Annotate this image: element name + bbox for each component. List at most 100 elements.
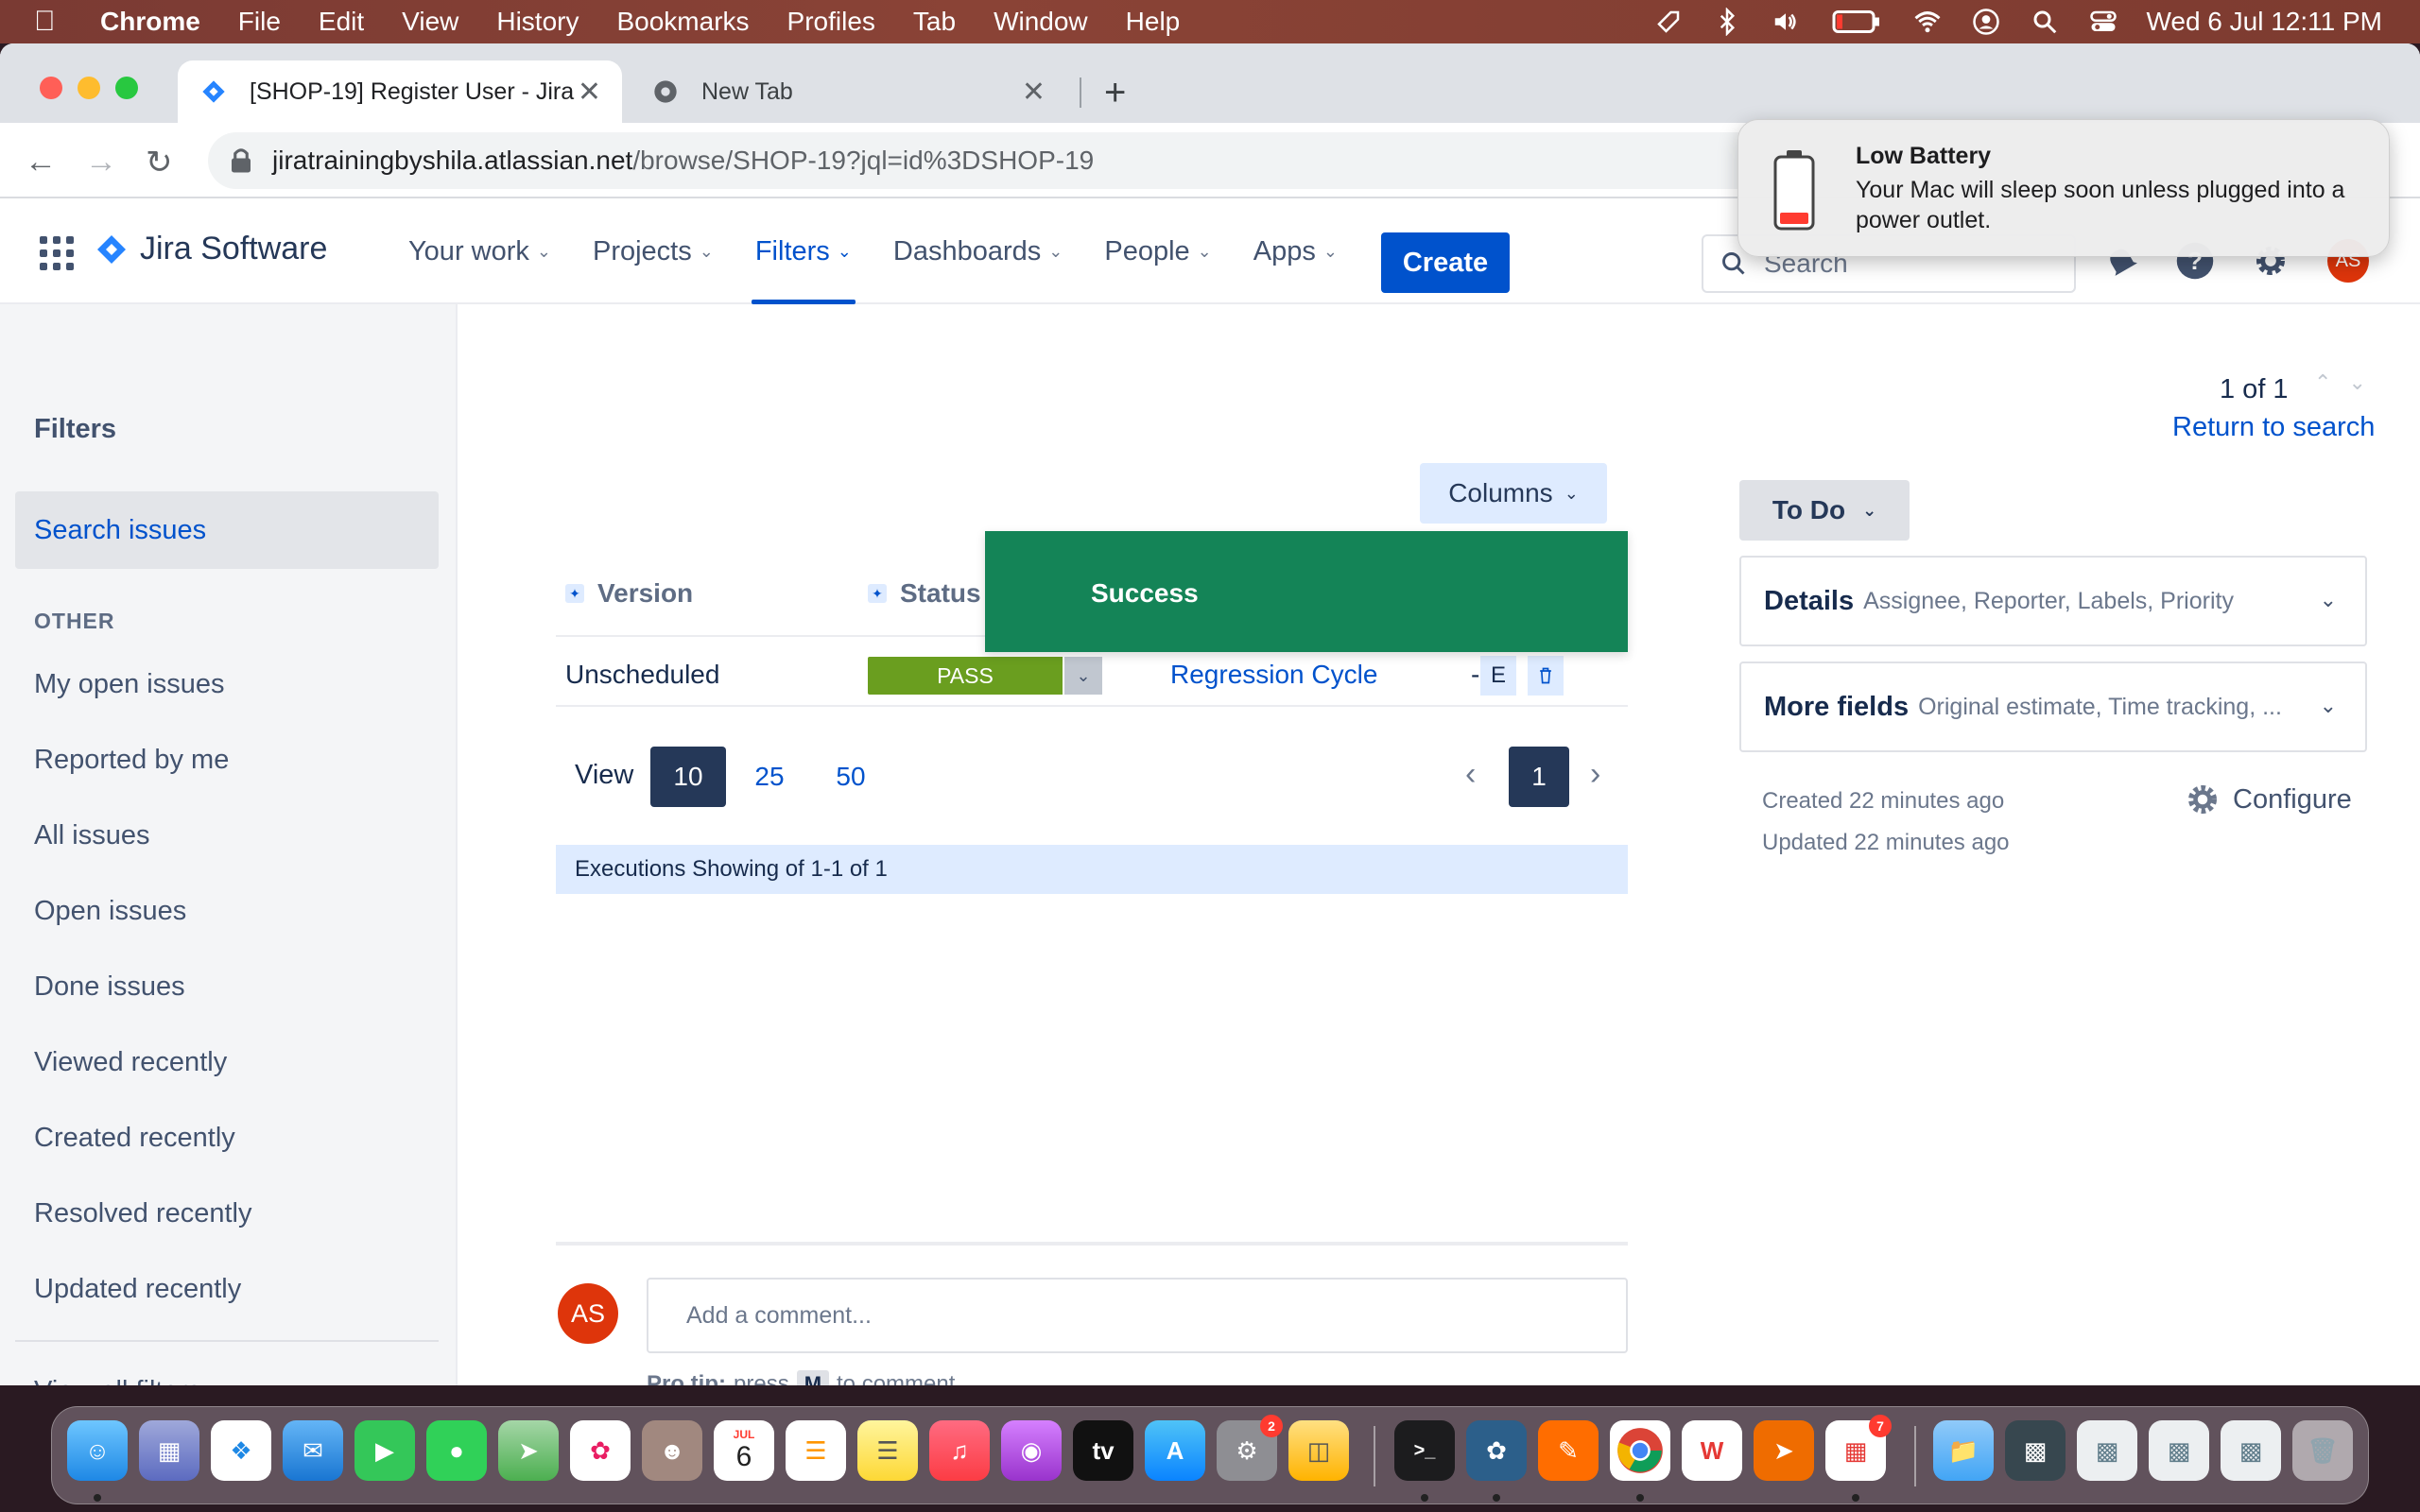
menu-help[interactable]: Help xyxy=(1126,7,1181,37)
podcasts-icon[interactable]: ◉ xyxy=(1001,1420,1062,1481)
menu-history[interactable]: History xyxy=(496,7,579,37)
page-size-10[interactable]: 10 xyxy=(650,747,726,807)
launchpad-icon[interactable]: ▦ xyxy=(139,1420,199,1481)
sidebar-item-resolved-recently[interactable]: Resolved recently xyxy=(34,1198,252,1229)
create-button[interactable]: Create xyxy=(1381,232,1510,293)
app-switcher-grid-icon[interactable] xyxy=(40,236,74,270)
menu-tab[interactable]: Tab xyxy=(913,7,956,37)
jira-software-logo[interactable]: Jira Software xyxy=(95,231,327,267)
delete-trash-icon[interactable] xyxy=(1528,656,1564,696)
nav-your-work[interactable]: Your work ⌄ xyxy=(408,198,551,304)
chrome-icon[interactable] xyxy=(1610,1420,1670,1481)
columns-button[interactable]: Columns ⌄ xyxy=(1420,463,1607,524)
sidebar-item-open-issues[interactable]: Open issues xyxy=(34,896,186,927)
notes-icon[interactable]: ☰ xyxy=(857,1420,918,1481)
terminal-icon[interactable]: >_ xyxy=(1394,1420,1455,1481)
menu-edit[interactable]: Edit xyxy=(319,7,364,37)
apple-menu-icon[interactable]:  xyxy=(34,6,72,38)
low-battery-notification[interactable]: Low Battery Your Mac will sleep soon unl… xyxy=(1737,119,2390,257)
archive-utility-icon[interactable]: ◫ xyxy=(1288,1420,1349,1481)
safari-icon[interactable]: ❖ xyxy=(211,1420,271,1481)
chevron-down-icon[interactable]: ⌄ xyxy=(2348,370,2382,394)
column-header-status[interactable]: ✦ Status xyxy=(868,578,981,609)
prev-page-chevron-icon[interactable]: ‹ xyxy=(1465,756,1476,793)
volume-icon[interactable] xyxy=(1770,6,1802,38)
menu-profiles[interactable]: Profiles xyxy=(787,7,875,37)
details-panel[interactable]: Details Assignee, Reporter, Labels, Prio… xyxy=(1739,556,2367,646)
back-arrow-icon[interactable]: ← xyxy=(25,144,57,180)
battery-low-icon[interactable] xyxy=(1828,6,1885,38)
bluetooth-icon[interactable] xyxy=(1711,6,1743,38)
sidebar-item-done-issues[interactable]: Done issues xyxy=(34,971,185,1003)
calendar-icon[interactable]: JUL 6 xyxy=(714,1420,774,1481)
sidebar-item-view-all-filters[interactable]: View all filters xyxy=(34,1376,201,1385)
pin-icon[interactable]: ✦ xyxy=(868,584,887,603)
window-minimize-button[interactable] xyxy=(78,77,100,99)
finder-icon[interactable]: ☺ xyxy=(67,1420,128,1481)
configure-button[interactable]: Configure xyxy=(2186,782,2352,816)
reminders-icon[interactable]: ☰ xyxy=(786,1420,846,1481)
chevron-up-icon[interactable]: ⌃ xyxy=(2314,370,2348,394)
recent-window-thumbnail-4[interactable]: ▩ xyxy=(2221,1420,2281,1481)
downloads-folder-icon[interactable]: 📁 xyxy=(1933,1420,1994,1481)
page-size-50[interactable]: 50 xyxy=(822,747,879,807)
status-pass-badge[interactable]: PASS xyxy=(868,657,1063,695)
url-omnibox[interactable]: jiratrainingbyshila.atlassian.net/browse… xyxy=(208,132,1796,189)
return-to-search-link[interactable]: Return to search xyxy=(2172,412,2375,443)
wps-office-icon[interactable]: W xyxy=(1682,1420,1742,1481)
status-todo-button[interactable]: To Do ⌄ xyxy=(1739,480,1910,541)
messages-icon[interactable]: ● xyxy=(426,1420,487,1481)
execute-button[interactable]: E xyxy=(1480,656,1516,696)
window-close-button[interactable] xyxy=(40,77,62,99)
tab-new-tab[interactable]: New Tab ✕ xyxy=(631,60,1066,123)
postman-icon[interactable]: ✎ xyxy=(1538,1420,1599,1481)
trash-icon[interactable]: 🗑 xyxy=(2292,1420,2353,1481)
next-page-chevron-icon[interactable]: › xyxy=(1590,756,1600,793)
spotlight-search-icon[interactable] xyxy=(2029,6,2061,38)
sidebar-item-viewed-recently[interactable]: Viewed recently xyxy=(34,1047,227,1078)
more-fields-panel[interactable]: More fields Original estimate, Time trac… xyxy=(1739,662,2367,752)
tab-close-icon[interactable]: ✕ xyxy=(578,76,601,109)
forward-arrow-icon[interactable]: → xyxy=(85,144,117,180)
nav-dashboards[interactable]: Dashboards ⌄ xyxy=(893,198,1063,304)
menu-view[interactable]: View xyxy=(402,7,458,37)
photos-icon[interactable]: ✿ xyxy=(570,1420,631,1481)
sidebar-item-reported-by-me[interactable]: Reported by me xyxy=(34,745,229,776)
contacts-icon[interactable]: ☻ xyxy=(642,1420,702,1481)
menu-app-chrome[interactable]: Chrome xyxy=(100,7,200,37)
nav-filters[interactable]: Filters ⌄ xyxy=(751,198,856,304)
menu-bar-clock[interactable]: Wed 6 Jul 12:11 PM xyxy=(2146,7,2382,37)
microsoft-office-icon[interactable]: ▦ 7 xyxy=(1825,1415,1892,1481)
apple-tv-icon[interactable]: tv xyxy=(1073,1420,1133,1481)
music-icon[interactable]: ♫ xyxy=(929,1420,990,1481)
user-account-icon[interactable] xyxy=(1970,6,2002,38)
sidebar-item-all-issues[interactable]: All issues xyxy=(34,820,150,851)
add-comment-input[interactable]: Add a comment... xyxy=(647,1278,1628,1353)
recent-window-thumbnail-2[interactable]: ▩ xyxy=(2077,1420,2137,1481)
sidebar-item-updated-recently[interactable]: Updated recently xyxy=(34,1274,241,1305)
status-dropdown-chevron-icon[interactable]: ⌄ xyxy=(1064,657,1102,695)
pin-icon[interactable]: ✦ xyxy=(565,584,584,603)
page-size-25[interactable]: 25 xyxy=(741,747,798,807)
menu-file[interactable]: File xyxy=(238,7,281,37)
tab-close-icon[interactable]: ✕ xyxy=(1022,76,1046,109)
facetime-icon[interactable]: ▶ xyxy=(354,1420,415,1481)
nav-people[interactable]: People ⌄ xyxy=(1104,198,1211,304)
system-preferences-icon[interactable]: ⚙ 2 xyxy=(1217,1415,1283,1481)
tab-jira-issue[interactable]: [SHOP-19] Register User - Jira ✕ xyxy=(178,60,622,123)
lock-icon[interactable] xyxy=(229,146,253,175)
menu-window[interactable]: Window xyxy=(994,7,1088,37)
wifi-icon[interactable] xyxy=(1911,6,1944,38)
control-center-icon[interactable] xyxy=(2087,6,2119,38)
sidebar-item-created-recently[interactable]: Created recently xyxy=(34,1123,235,1154)
cycle-link[interactable]: Regression Cycle xyxy=(1170,660,1377,690)
rocket-app-icon[interactable]: ➤ xyxy=(1754,1420,1814,1481)
menu-bookmarks[interactable]: Bookmarks xyxy=(616,7,749,37)
mysql-workbench-icon[interactable]: ✿ xyxy=(1466,1420,1527,1481)
mail-icon[interactable]: ✉ xyxy=(283,1420,343,1481)
rocket-status-icon[interactable] xyxy=(1652,6,1685,38)
sidebar-item-search-issues[interactable]: Search issues xyxy=(15,491,439,569)
app-store-icon[interactable]: A xyxy=(1145,1420,1205,1481)
nav-projects[interactable]: Projects ⌄ xyxy=(593,198,714,304)
maps-icon[interactable]: ➤ xyxy=(498,1420,559,1481)
